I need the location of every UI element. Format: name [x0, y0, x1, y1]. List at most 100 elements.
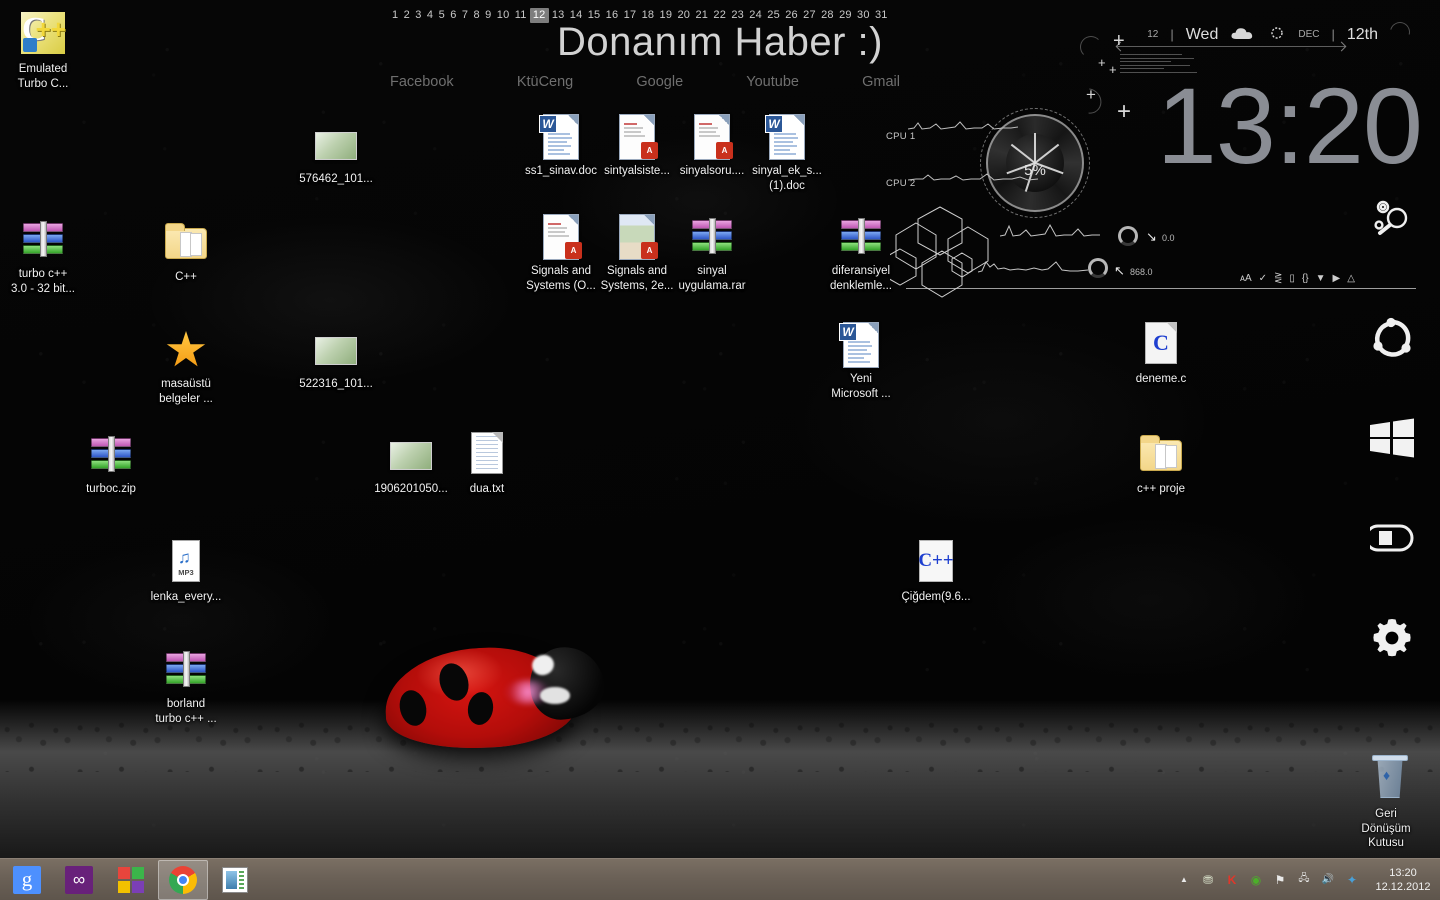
widget-controls: ᴀA ✓ ⋛ ▯ {} ▼ ▶ △: [1240, 273, 1355, 284]
desktop-icon[interactable]: Wss1_sinav.doc: [518, 112, 604, 179]
day-ordinal-label: 12th: [1346, 25, 1378, 43]
arc-decor-icon: [1080, 36, 1102, 58]
taskbar-item-windows[interactable]: [106, 860, 156, 900]
taskbar-item-google[interactable]: g: [2, 860, 52, 900]
winrar-books: [23, 221, 63, 257]
triangle-icon[interactable]: △: [1347, 273, 1355, 284]
star-shape: [166, 331, 206, 367]
taskbar-item-visual-studio[interactable]: ∞: [54, 860, 104, 900]
bin-contents: ♦: [1383, 767, 1391, 783]
desktop-icon-label: Yeni Microsoft ...: [831, 373, 891, 400]
play-icon[interactable]: ▶: [1333, 273, 1341, 284]
desktop-icon[interactable]: diferansiyel denklemle...: [818, 212, 904, 293]
plus-decor-icon: +: [1109, 62, 1117, 77]
taskbar-clock[interactable]: 13:20 12.12.2012: [1368, 866, 1432, 894]
search-icon[interactable]: [1368, 196, 1416, 244]
font-size-icon[interactable]: ᴀA: [1240, 273, 1252, 284]
desktop-icon[interactable]: A Signals and Systems (O...: [518, 212, 604, 293]
pdf-document-icon: A: [613, 112, 661, 160]
desktop-icon[interactable]: sinyal uygulama.rar: [669, 212, 755, 293]
image-thumbnail-icon: [312, 120, 360, 168]
turbo-cpp-icon: C ++: [19, 10, 67, 58]
plus-decor-icon: +: [1117, 98, 1132, 125]
desktop-icon[interactable]: Asinyalsoru....: [669, 112, 755, 179]
settings-gear-icon[interactable]: [1368, 614, 1416, 662]
desktop-icon-label: 522316_101...: [299, 378, 373, 390]
desktop-icon[interactable]: masaüstü belgeler ...: [143, 325, 229, 406]
desktop-icon[interactable]: A Signals and Systems, 2e...: [594, 212, 680, 293]
star-icon: [162, 325, 210, 373]
pdf-badge: A: [641, 242, 658, 259]
desktop-icon-label: 1906201050...: [374, 483, 448, 495]
ubuntu-circle-icon[interactable]: [1368, 314, 1416, 362]
desktop-icon[interactable]: borland turbo c++ ...: [143, 645, 229, 726]
word-document-icon: W: [537, 112, 585, 160]
image-preview: [390, 442, 432, 470]
taskbar-item-media-window[interactable]: [210, 860, 260, 900]
desktop-icon[interactable]: c++ proje: [1118, 430, 1204, 497]
desktop-icon[interactable]: dua.txt: [444, 430, 530, 497]
desktop-icon-label: 576462_101...: [299, 173, 373, 185]
desktop-icon-label: Emulated Turbo C...: [17, 63, 69, 90]
desktop-icon[interactable]: C++: [143, 218, 229, 285]
desktop-icon[interactable]: C ++ Emulated Turbo C...: [0, 10, 86, 91]
bin-lid: [1372, 755, 1408, 761]
power-battery-icon[interactable]: [1368, 514, 1416, 562]
desktop-icon-label: sinyalsoru....: [679, 165, 745, 177]
desktop-icon[interactable]: turbo c++ 3.0 - 32 bit...: [0, 215, 86, 296]
volume-speaker-icon[interactable]: 🔊: [1320, 872, 1336, 888]
desktop-icon-label: deneme.c: [1135, 373, 1187, 385]
folder-icon: [1137, 430, 1185, 478]
desktop-icon-label: c++ proje: [1137, 483, 1185, 495]
cloud-icon: [1230, 26, 1256, 44]
winrar-books: [166, 651, 206, 687]
desktop-icon[interactable]: C++ Çiğdem(9.6...: [893, 538, 979, 605]
micro-text-lines: [1120, 54, 1200, 75]
code-icon[interactable]: {}: [1302, 273, 1309, 284]
music-note-icon: ♫: [178, 548, 191, 567]
desktop-icon[interactable]: 522316_101...: [293, 325, 379, 392]
quicklink-gmail[interactable]: Gmail: [862, 74, 900, 90]
action-center-flag-icon[interactable]: ⚑: [1272, 872, 1288, 888]
chevron-down-icon[interactable]: ▼: [1316, 273, 1326, 284]
desktop-icon-label: borland turbo c++ ...: [155, 698, 217, 725]
panel-icon[interactable]: ▯: [1289, 273, 1295, 284]
desktop-icon[interactable]: ♦ Geri Dönüşüm Kutusu: [1343, 755, 1429, 851]
desktop-icon[interactable]: turboc.zip: [68, 430, 154, 497]
show-hidden-icons-arrow[interactable]: ▲: [1176, 872, 1192, 888]
desktop-icon[interactable]: Wsinyal_ek_s... (1).doc: [744, 112, 830, 193]
quicklink-facebook[interactable]: Facebook: [390, 74, 454, 90]
pdf-book-icon: A: [613, 212, 661, 260]
desktop-icon[interactable]: W Yeni Microsoft ...: [818, 320, 904, 401]
desktop-icon[interactable]: ♫ MP3 lenka_every...: [143, 538, 229, 605]
mp3-audio-icon: ♫ MP3: [162, 538, 210, 586]
taskbar-item-chrome[interactable]: [158, 859, 208, 900]
mp3-label: MP3: [178, 568, 194, 577]
desktop-icon[interactable]: Cdeneme.c: [1118, 320, 1204, 387]
nvidia-eye-icon[interactable]: ◉: [1248, 872, 1264, 888]
word-logo: W: [765, 115, 783, 133]
check-icon[interactable]: ✓: [1259, 273, 1267, 284]
quicklink-google[interactable]: Google: [636, 74, 683, 90]
pdf-document-icon: A: [537, 212, 585, 260]
image-thumbnail-icon: [387, 430, 435, 478]
net-upload-ring: [1118, 226, 1138, 246]
windows-logo-icon[interactable]: [1368, 414, 1416, 462]
quicklink-youtube[interactable]: Youtube: [746, 74, 799, 90]
system-tray: ▲ ⛃ K ◉ ⚑ 🖧 🔊 ✦ 13:20 12.12.2012: [1176, 866, 1440, 894]
plus-decor-icon: +: [1113, 30, 1125, 52]
desktop-icon[interactable]: Asintyalsiste...: [594, 112, 680, 179]
desktop-icon[interactable]: 1906201050...: [368, 430, 454, 497]
kaspersky-antivirus-icon[interactable]: K: [1224, 872, 1240, 888]
network-icon[interactable]: 🖧: [1296, 872, 1312, 888]
safely-remove-usb-icon[interactable]: ⛃: [1200, 872, 1216, 888]
word-document-icon: W: [837, 320, 885, 368]
desktop-icon[interactable]: 576462_101...: [293, 120, 379, 187]
google-icon: g: [13, 865, 41, 894]
quicklink-ktüceng[interactable]: KtüCeng: [517, 74, 573, 90]
layers-icon[interactable]: ⋛: [1274, 273, 1282, 284]
taskbar-clock-time: 13:20: [1389, 866, 1417, 879]
net-download-value: 868.0: [1130, 267, 1153, 277]
winrar-archive-icon: [688, 212, 736, 260]
dropbox-icon[interactable]: ✦: [1344, 872, 1360, 888]
